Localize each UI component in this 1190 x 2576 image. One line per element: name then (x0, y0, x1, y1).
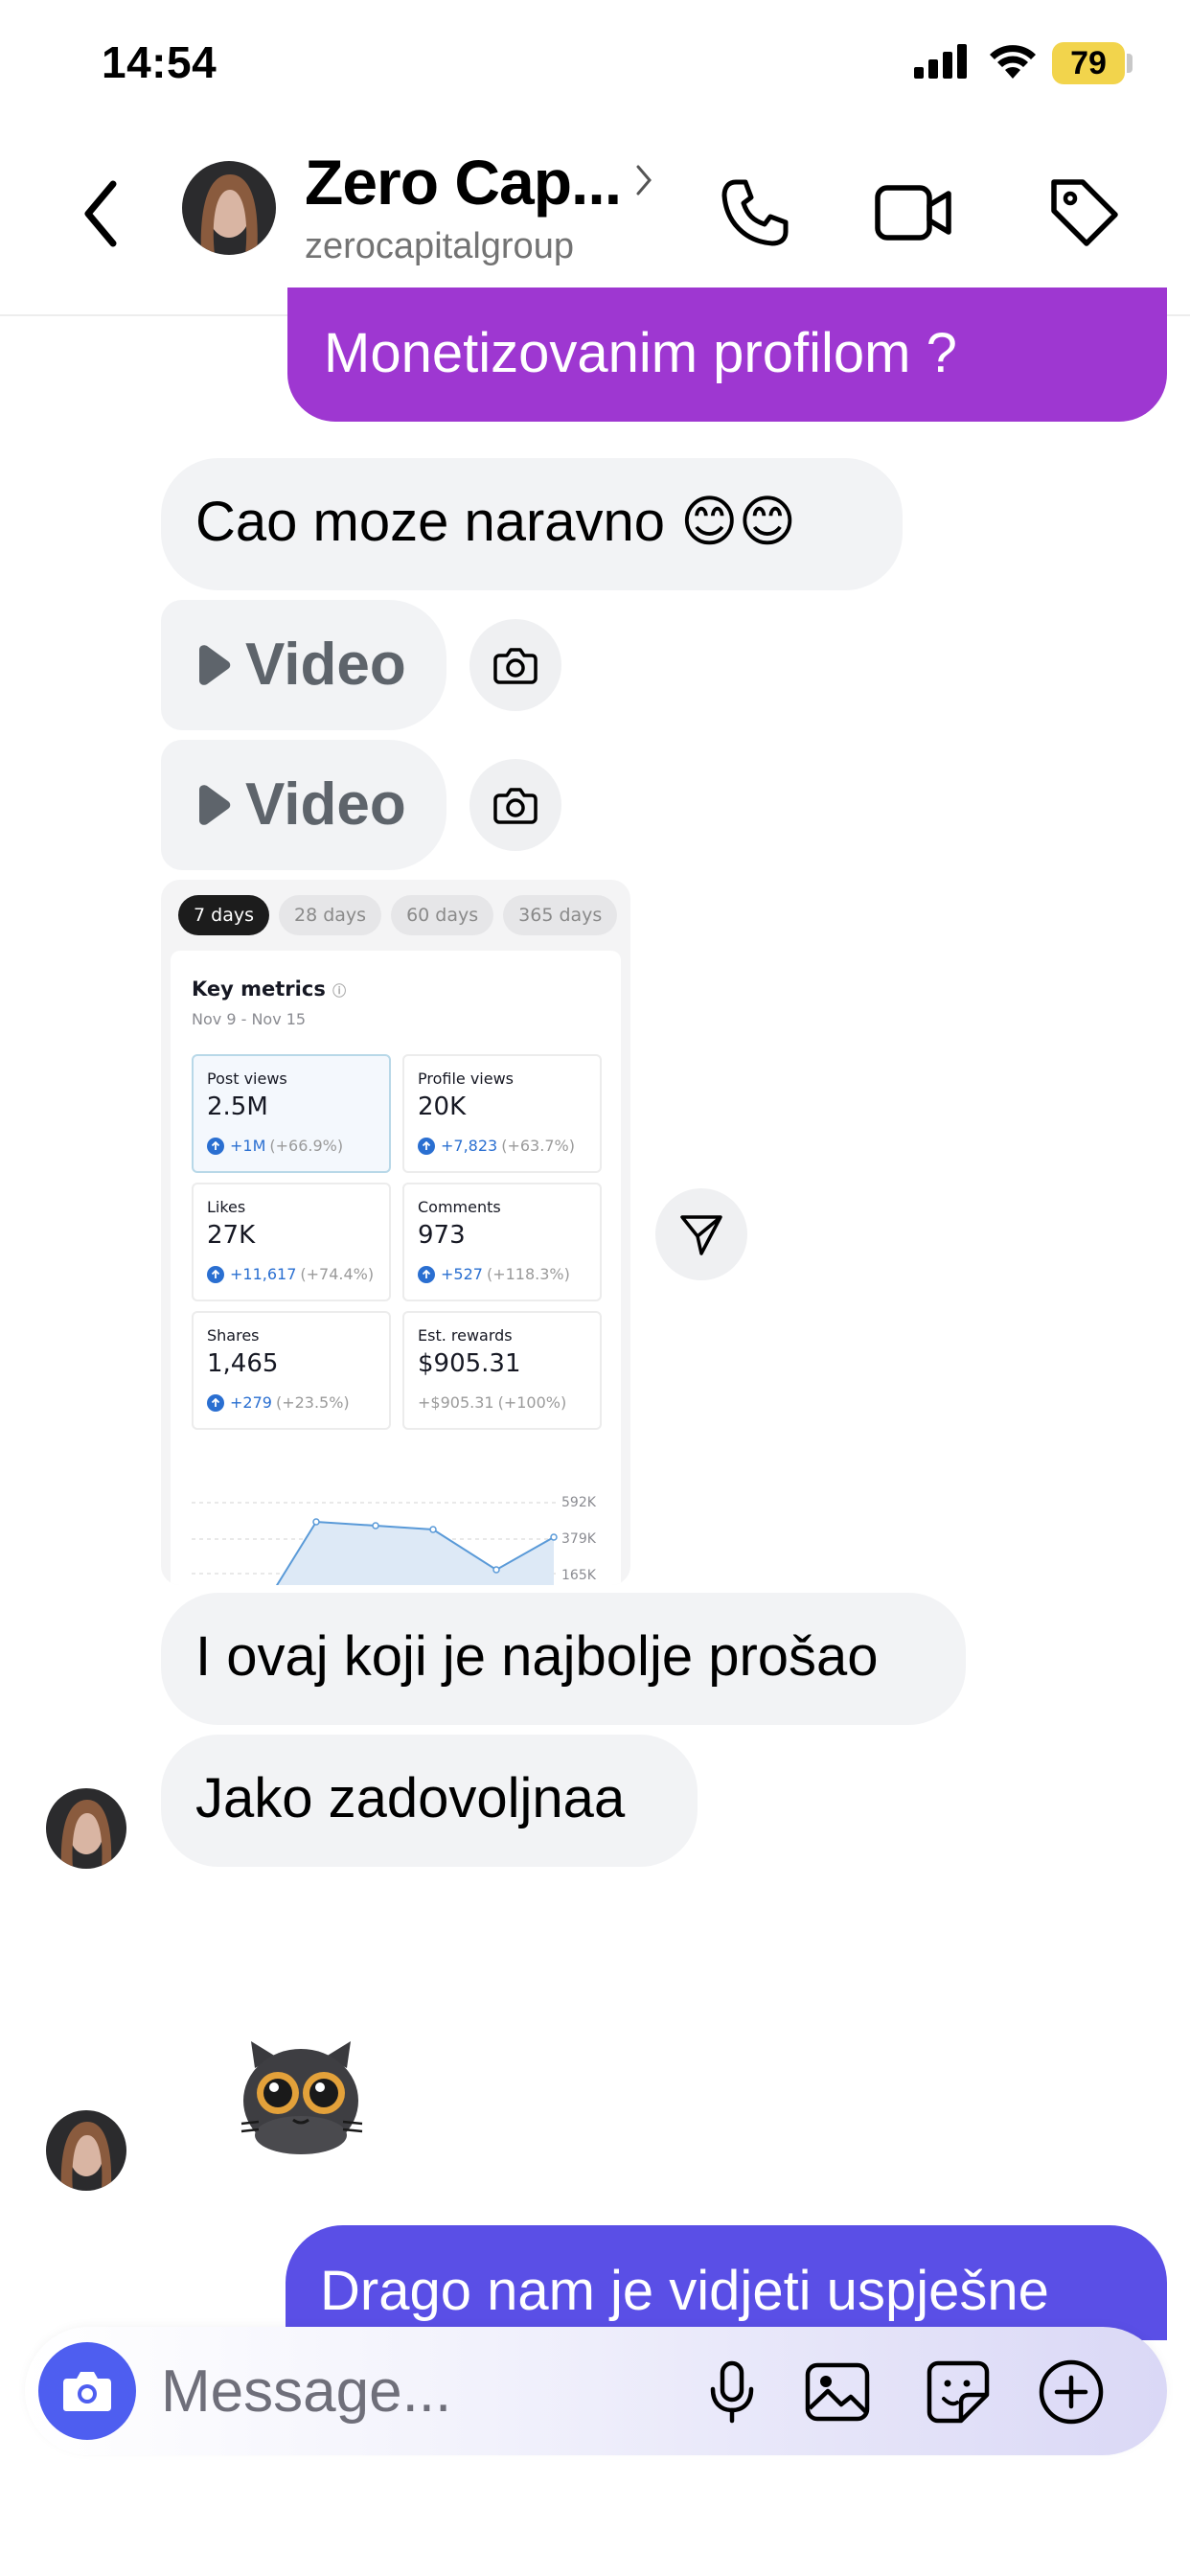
avatar[interactable] (182, 161, 276, 255)
contact-handle: zerocapitalgroup (305, 226, 574, 266)
back-button[interactable] (73, 171, 130, 257)
video-call-button[interactable] (874, 174, 954, 251)
plus-circle-icon (1039, 2359, 1104, 2425)
arrow-up-icon (207, 1137, 224, 1155)
microphone-button[interactable] (696, 2356, 768, 2428)
metric-label: Profile views (418, 1070, 515, 1088)
status-bar: 14:54 79 (0, 0, 1190, 125)
metric-label: Comments (418, 1198, 501, 1216)
cellular-signal-icon (914, 44, 967, 79)
incoming-message[interactable]: Cao moze naravno 😊😊 (161, 458, 903, 590)
tag-icon[interactable] (1044, 172, 1121, 249)
metrics-date-range: Nov 9 - Nov 15 (192, 1010, 307, 1028)
metric-delta: +1M (+66.9%) (207, 1137, 343, 1155)
metric-card: Est. rewards $905.31 +$905.31 (+100%) (402, 1311, 602, 1430)
video-message[interactable]: Video (161, 600, 446, 730)
camera-icon (63, 2372, 111, 2411)
metric-value: 20K (418, 1092, 467, 1121)
period-tabs: 7 days 28 days 60 days 365 days (178, 895, 618, 935)
gallery-button[interactable] (801, 2356, 874, 2428)
metric-card: Post views 2.5M +1M (+66.9%) (192, 1054, 391, 1173)
avatar[interactable] (46, 2110, 126, 2191)
incoming-message[interactable]: Jako zadovoljnaa (161, 1735, 698, 1867)
message-composer (25, 2327, 1167, 2455)
incoming-message[interactable]: I ovaj koji je najbolje prošao (161, 1593, 966, 1725)
period-tab: 365 days (503, 895, 618, 935)
sticker-icon (927, 2360, 990, 2424)
arrow-up-icon (418, 1137, 435, 1155)
metric-value: $905.31 (418, 1349, 521, 1378)
sticker-button[interactable] (922, 2356, 995, 2428)
period-tab: 28 days (278, 895, 382, 935)
contact-name[interactable]: Zero Cap... (305, 146, 622, 218)
metric-label: Post views (207, 1070, 287, 1088)
video-label: Video (245, 771, 406, 838)
metric-value: 2.5M (207, 1092, 268, 1121)
metric-value: 27K (207, 1221, 256, 1250)
send-icon (680, 1215, 722, 1255)
chart-tick-label: 379K (561, 1531, 596, 1547)
camera-icon (493, 788, 538, 824)
metric-card: Profile views 20K +7,823 (+63.7%) (402, 1054, 602, 1173)
arrow-up-icon (207, 1265, 224, 1283)
video-label: Video (245, 632, 406, 698)
cat-sticker[interactable] (234, 2036, 378, 2156)
phone-call-button[interactable] (717, 174, 793, 251)
chart-tick-label: 592K (561, 1495, 596, 1510)
arrow-up-icon (207, 1393, 224, 1412)
status-time: 14:54 (102, 37, 217, 87)
arrow-up-icon (418, 1265, 435, 1283)
views-line-chart (192, 1502, 558, 1585)
metric-value: 973 (418, 1221, 466, 1250)
play-icon (199, 645, 231, 685)
metric-label: Shares (207, 1326, 260, 1345)
camera-icon (493, 648, 538, 684)
metrics-panel: Key metrics ⓘ Nov 9 - Nov 15 Post views … (171, 951, 621, 1585)
chart-tick-label: 165K (561, 1568, 596, 1583)
camera-reply-button[interactable] (469, 759, 561, 851)
period-tab: 7 days (178, 895, 269, 935)
metrics-title: Key metrics ⓘ (192, 978, 347, 1000)
avatar[interactable] (46, 1788, 126, 1869)
shared-screenshot[interactable]: 7 days 28 days 60 days 365 days Key metr… (161, 880, 630, 1585)
message-input[interactable] (161, 2354, 659, 2428)
play-icon (199, 785, 231, 825)
video-message[interactable]: Video (161, 740, 446, 870)
metric-delta: +7,823 (+63.7%) (418, 1137, 575, 1155)
outgoing-message[interactable]: Drago nam je vidjeti uspješne (286, 2225, 1167, 2340)
metric-delta: +527 (+118.3%) (418, 1265, 570, 1283)
metric-label: Est. rewards (418, 1326, 513, 1345)
image-icon (805, 2362, 870, 2422)
camera-button[interactable] (38, 2342, 136, 2440)
chevron-right-icon[interactable] (634, 163, 653, 197)
battery-nub (1127, 54, 1133, 73)
info-icon: ⓘ (332, 984, 347, 1000)
metric-delta: +11,617 (+74.4%) (207, 1265, 374, 1283)
period-tab: 60 days (391, 895, 494, 935)
metric-delta: +279 (+23.5%) (207, 1393, 350, 1412)
camera-reply-button[interactable] (469, 619, 561, 711)
outgoing-message[interactable]: Monetizovanim profilom ? (287, 288, 1167, 422)
share-button[interactable] (655, 1188, 747, 1280)
battery-indicator: 79 (1052, 42, 1125, 84)
metric-delta: +$905.31 (+100%) (418, 1393, 567, 1412)
wifi-icon (990, 45, 1036, 79)
metric-card: Likes 27K +11,617 (+74.4%) (192, 1183, 391, 1301)
metric-card: Comments 973 +527 (+118.3%) (402, 1183, 602, 1301)
microphone-icon (710, 2360, 754, 2424)
metric-label: Likes (207, 1198, 246, 1216)
add-button[interactable] (1035, 2356, 1108, 2428)
metric-value: 1,465 (207, 1349, 279, 1378)
metric-card: Shares 1,465 +279 (+23.5%) (192, 1311, 391, 1430)
